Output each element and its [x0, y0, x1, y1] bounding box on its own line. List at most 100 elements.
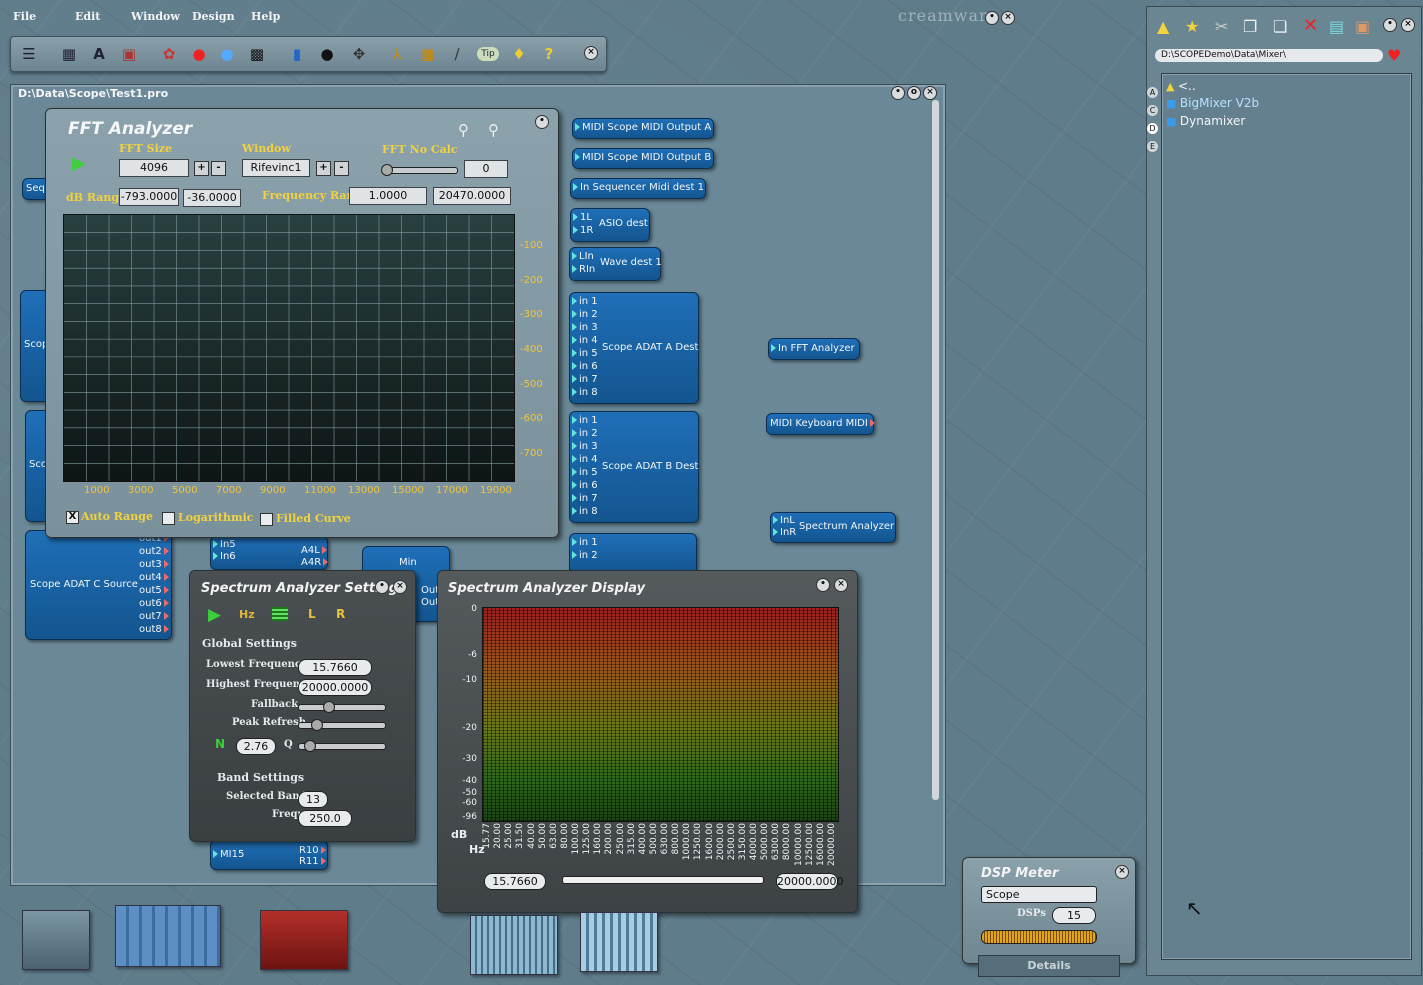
- n-field[interactable]: 2.76: [236, 738, 276, 755]
- in-port[interactable]: LIn: [572, 251, 594, 262]
- in-port[interactable]: in 3: [572, 441, 598, 452]
- in-port[interactable]: in 7: [572, 374, 598, 385]
- adat-c-dest-module[interactable]: in 1 in 2: [569, 533, 697, 575]
- browser-close-icon[interactable]: ×: [1401, 18, 1415, 32]
- zoom-in-icon[interactable]: ⚲: [488, 121, 499, 139]
- book-icon[interactable]: ▮: [287, 44, 307, 64]
- spectrum-analyzer-module[interactable]: InL InR Spectrum Analyzer: [770, 512, 896, 543]
- out-port[interactable]: out8: [139, 624, 169, 635]
- help-icon[interactable]: ?: [539, 44, 559, 64]
- bars-icon[interactable]: [272, 607, 288, 621]
- fft-close-icon[interactable]: •: [535, 115, 549, 129]
- text-icon[interactable]: A: [89, 44, 109, 64]
- in-port[interactable]: in 7: [572, 493, 598, 504]
- out-port[interactable]: A4R: [301, 557, 328, 568]
- auto-range-checkbox[interactable]: X: [66, 511, 79, 524]
- display-close-icon[interactable]: ×: [834, 578, 848, 592]
- bulb-icon[interactable]: ♦: [509, 44, 529, 64]
- checker-icon[interactable]: ▩: [247, 44, 267, 64]
- right-channel-button[interactable]: R: [336, 607, 345, 621]
- filled-curve-checkbox[interactable]: [260, 513, 273, 526]
- menu-window[interactable]: Window: [131, 10, 180, 23]
- in-port[interactable]: in 4: [572, 454, 598, 465]
- out-port[interactable]: out6: [139, 598, 169, 609]
- minimize-icon[interactable]: •: [985, 11, 999, 25]
- details-button[interactable]: Details: [978, 955, 1120, 977]
- out-port[interactable]: out2: [139, 546, 169, 557]
- selected-band-field[interactable]: 13: [298, 791, 328, 808]
- in-port[interactable]: RIn: [572, 264, 595, 275]
- black-dot-icon[interactable]: ●: [317, 44, 337, 64]
- move-icon[interactable]: ✥: [349, 44, 369, 64]
- lowest-frequency-field[interactable]: 15.7660: [298, 659, 372, 676]
- cable-icon[interactable]: ∕: [447, 44, 467, 64]
- menu-edit[interactable]: Edit: [75, 10, 100, 23]
- midi-output-a-module[interactable]: MIDI Scope MIDI Output A: [572, 118, 714, 139]
- module-icon[interactable]: ▦: [59, 44, 79, 64]
- in-port[interactable]: InR: [773, 527, 796, 538]
- device-thumbnail-1[interactable]: [22, 910, 90, 970]
- device-thumbnail-2[interactable]: [115, 905, 221, 967]
- left-channel-button[interactable]: L: [308, 607, 316, 621]
- favorite-heart-icon[interactable]: ♥: [1387, 46, 1401, 65]
- tree-icon[interactable]: ☰: [19, 44, 39, 64]
- db-max-field[interactable]: -36.0000: [183, 189, 241, 207]
- in-port[interactable]: in 3: [572, 322, 598, 333]
- project-minimize-icon[interactable]: •: [891, 86, 905, 100]
- in-port[interactable]: in 8: [572, 387, 598, 398]
- peak-refresh-slider[interactable]: [298, 719, 386, 731]
- in-port[interactable]: 1L: [573, 212, 592, 223]
- range-min-field[interactable]: 15.7660: [484, 873, 546, 890]
- out-port[interactable]: A4L: [301, 545, 327, 556]
- list-item[interactable]: ■ BigMixer V2b: [1166, 96, 1259, 110]
- drive-tab-e[interactable]: E: [1147, 141, 1158, 152]
- zoom-out-icon[interactable]: ⚲: [458, 121, 469, 139]
- out-port[interactable]: out5: [139, 585, 169, 596]
- frequency-field[interactable]: 250.0: [298, 810, 352, 827]
- palette-icon[interactable]: ✿: [159, 44, 179, 64]
- device-thumbnail-3[interactable]: [260, 910, 348, 970]
- color-ball-icon[interactable]: ●: [217, 44, 237, 64]
- mixer-module-bottom[interactable]: MI15 R10 R11: [210, 840, 328, 870]
- tip-button[interactable]: Tip: [477, 47, 499, 61]
- dsp-source-field[interactable]: Scope: [981, 886, 1097, 903]
- sequencer-midi-dest-module[interactable]: In Sequencer Midi dest 1: [570, 178, 706, 199]
- midi-output-b-module[interactable]: MIDI Scope MIDI Output B: [572, 148, 714, 169]
- project-scrollbar[interactable]: [932, 100, 939, 800]
- paste-icon[interactable]: ❏: [1273, 17, 1287, 36]
- folder-up-icon[interactable]: ▲: [1157, 17, 1169, 36]
- connect-icon[interactable]: ⅄: [387, 44, 407, 64]
- range-slider[interactable]: [562, 876, 764, 884]
- folder-star-icon[interactable]: ★: [1185, 17, 1199, 36]
- out-port[interactable]: R11: [299, 856, 326, 867]
- record-box-icon[interactable]: ▣: [119, 44, 139, 64]
- fft-size-field[interactable]: 4096: [119, 159, 189, 177]
- red-dot-icon[interactable]: ●: [189, 44, 209, 64]
- fallback-slider[interactable]: [298, 701, 386, 713]
- menu-file[interactable]: File: [13, 10, 36, 23]
- fft-no-calc-field[interactable]: 0: [464, 160, 508, 178]
- menu-help[interactable]: Help: [251, 10, 280, 23]
- fft-no-calc-slider[interactable]: [381, 164, 458, 176]
- asio-dest-module[interactable]: 1L 1R ASIO dest: [570, 208, 650, 242]
- fft-size-minus-button[interactable]: -: [211, 161, 226, 176]
- in-port[interactable]: 1R: [573, 225, 593, 236]
- dsp-close-icon[interactable]: ×: [1115, 865, 1129, 879]
- play-icon[interactable]: ▶: [208, 605, 221, 625]
- freq-min-field[interactable]: 1.0000: [349, 187, 427, 205]
- logarithmic-checkbox[interactable]: [162, 512, 175, 525]
- grid-icon[interactable]: ▦: [417, 44, 437, 64]
- in-port[interactable]: in 8: [572, 506, 598, 517]
- project-restore-icon[interactable]: o: [907, 86, 921, 100]
- fft-analyzer-in-module[interactable]: In FFT Analyzer: [768, 338, 860, 360]
- in-port[interactable]: in 5: [572, 467, 598, 478]
- browser-minimize-icon[interactable]: •: [1383, 18, 1397, 32]
- list-item[interactable]: ■ Dynamixer: [1166, 114, 1245, 128]
- mixer-thumbnail-2[interactable]: [580, 912, 658, 972]
- in-port[interactable]: in 1: [572, 296, 598, 307]
- mixer-module-top[interactable]: In5 In6 A4L A4R: [210, 536, 328, 570]
- window-field[interactable]: Rifevinc1: [242, 159, 310, 177]
- display-minimize-icon[interactable]: •: [816, 578, 830, 592]
- settings-minimize-icon[interactable]: •: [375, 580, 389, 594]
- adat-b-dest-module[interactable]: in 1 in 2 in 3 in 4 in 5 in 6 in 7 in 8 …: [569, 411, 699, 523]
